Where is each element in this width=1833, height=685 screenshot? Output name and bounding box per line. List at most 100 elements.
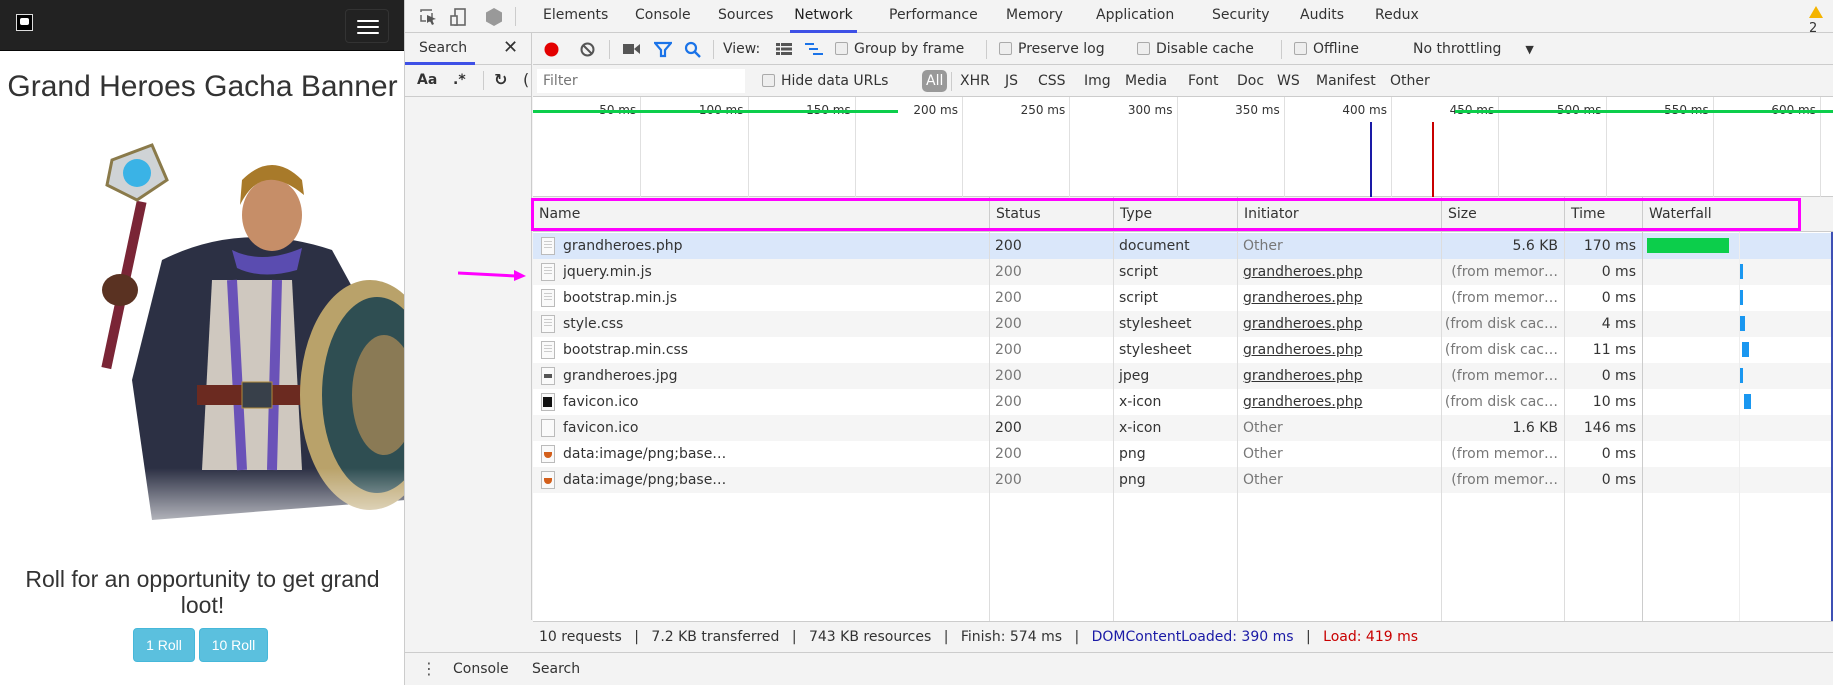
dom-content-loaded-time: DOMContentLoaded: 390 ms	[1091, 629, 1294, 645]
disable-cache-label: Disable cache	[1156, 41, 1254, 57]
filter-type-all[interactable]: All	[922, 70, 948, 92]
cell-initiator[interactable]: grandheroes.php	[1237, 337, 1441, 363]
ten-roll-button[interactable]: 10 Roll	[199, 628, 268, 662]
tab-network[interactable]: Network	[790, 0, 857, 33]
preserve-log-checkbox[interactable]: Preserve log	[999, 33, 1105, 65]
drawer-tab-console[interactable]: Console	[453, 653, 509, 685]
site-favicon-icon[interactable]	[16, 14, 33, 31]
hide-data-urls-checkbox[interactable]: Hide data URLs	[762, 65, 888, 97]
table-row[interactable]: jquery.min.js 200 script grandheroes.php (fr…	[533, 259, 1833, 285]
close-icon[interactable]: ✕	[503, 37, 518, 58]
filter-type-img[interactable]: Img	[1084, 65, 1111, 97]
tab-application[interactable]: Application	[1092, 0, 1178, 33]
cell-initiator[interactable]: grandheroes.php	[1237, 311, 1441, 337]
column-header-initiator[interactable]: Initiator	[1237, 197, 1441, 232]
table-row[interactable]: data:image/png;base… 200 png Other (from mem…	[533, 441, 1833, 467]
tab-elements[interactable]: Elements	[539, 0, 612, 33]
table-row[interactable]: grandheroes.jpg 200 jpeg grandheroes.php (fr…	[533, 363, 1833, 389]
filter-type-manifest[interactable]: Manifest	[1316, 65, 1376, 97]
clear-log-icon[interactable]	[579, 41, 596, 58]
request-count: 10 requests	[539, 629, 622, 645]
cell-initiator[interactable]: grandheroes.php	[1237, 389, 1441, 415]
drawer-tab-search[interactable]: Search	[532, 653, 580, 685]
filter-icon[interactable]	[654, 41, 672, 58]
throttling-select[interactable]: No throttling ▼	[1413, 33, 1534, 65]
refresh-icon[interactable]: ↻	[494, 70, 507, 89]
tab-redux[interactable]: Redux	[1371, 0, 1423, 33]
device-toolbar-icon[interactable]	[449, 7, 469, 27]
cell-status: 200	[995, 290, 1022, 306]
separator: |	[1074, 629, 1080, 645]
column-divider	[1441, 232, 1442, 621]
waterfall-bar	[1647, 238, 1729, 253]
separator: |	[634, 629, 639, 645]
table-row[interactable]: grandheroes.php 200 document Other 5.6 KB 170…	[533, 233, 1833, 259]
screenshot-camera-icon[interactable]	[623, 43, 641, 55]
clear-icon[interactable]: (	[523, 70, 529, 89]
tab-performance[interactable]: Performance	[885, 0, 982, 33]
filter-type-js[interactable]: JS	[1005, 65, 1018, 97]
cell-size: (from memor…	[1451, 290, 1558, 306]
table-row[interactable]: bootstrap.min.css 200 stylesheet grandheroe…	[533, 337, 1833, 363]
cell-initiator[interactable]: grandheroes.php	[1237, 259, 1441, 285]
search-tab[interactable]: Search ✕	[405, 33, 532, 65]
filter-type-ws[interactable]: WS	[1277, 65, 1300, 97]
cell-time: 0 ms	[1601, 368, 1636, 384]
table-row[interactable]: style.css 200 stylesheet grandheroes.php (fr…	[533, 311, 1833, 337]
group-by-frame-checkbox[interactable]: Group by frame	[835, 33, 964, 65]
cell-type: x-icon	[1119, 420, 1162, 436]
one-roll-button[interactable]: 1 Roll	[133, 628, 195, 662]
cell-size: (from disk cac…	[1444, 316, 1558, 332]
tab-console[interactable]: Console	[631, 0, 695, 33]
cell-status: 200	[995, 316, 1022, 332]
cell-name: grandheroes.jpg	[563, 368, 678, 384]
finish-time: Finish: 574 ms	[960, 629, 1062, 645]
table-row[interactable]: favicon.ico 200 x-icon Other 1.6 KB 146 ms	[533, 415, 1833, 441]
large-rows-icon[interactable]	[776, 43, 792, 55]
filter-type-media[interactable]: Media	[1125, 65, 1167, 97]
filter-type-font[interactable]: Font	[1188, 65, 1218, 97]
cell-size: (from disk cac…	[1444, 342, 1558, 358]
filter-type-xhr[interactable]: XHR	[960, 65, 990, 97]
search-icon[interactable]	[684, 41, 702, 59]
tab-memory[interactable]: Memory	[1002, 0, 1067, 33]
column-header-size[interactable]: Size	[1441, 197, 1564, 232]
cell-name: data:image/png;base…	[563, 472, 727, 488]
timeline-overview[interactable]: 50 ms100 ms150 ms200 ms250 ms300 ms350 m…	[533, 97, 1833, 197]
record-icon[interactable]	[543, 41, 560, 58]
cell-initiator[interactable]: grandheroes.php	[1237, 363, 1441, 389]
table-row[interactable]: bootstrap.min.js 200 script grandheroes.php…	[533, 285, 1833, 311]
divider	[609, 40, 610, 59]
filter-type-doc[interactable]: Doc	[1237, 65, 1264, 97]
tab-sources[interactable]: Sources	[714, 0, 777, 33]
disable-cache-checkbox[interactable]: Disable cache	[1137, 33, 1254, 65]
hamburger-menu-button[interactable]	[345, 9, 389, 43]
cell-status: 200	[995, 446, 1022, 462]
node-js-icon[interactable]	[484, 7, 504, 27]
regex-toggle[interactable]: .*	[453, 72, 466, 88]
match-case-toggle[interactable]: Aa	[417, 72, 437, 88]
column-header-status[interactable]: Status	[989, 197, 1113, 232]
cell-type: document	[1119, 238, 1190, 254]
column-header-row: Name Status Type Initiator Size Time Wat…	[533, 197, 1833, 232]
table-row[interactable]: data:image/png;base… 200 png Other (from mem…	[533, 467, 1833, 493]
column-header-name[interactable]: Name	[533, 197, 989, 232]
table-row[interactable]: favicon.ico 200 x-icon grandheroes.php (from…	[533, 389, 1833, 415]
cell-initiator[interactable]: grandheroes.php	[1237, 285, 1441, 311]
offline-checkbox[interactable]: Offline	[1294, 33, 1359, 65]
tab-security[interactable]: Security	[1208, 0, 1274, 33]
cell-time: 4 ms	[1601, 316, 1636, 332]
tab-audits[interactable]: Audits	[1296, 0, 1348, 33]
waterfall-overview-icon[interactable]	[805, 43, 823, 55]
filter-type-css[interactable]: CSS	[1038, 65, 1066, 97]
column-header-type[interactable]: Type	[1113, 197, 1237, 232]
warning-counter[interactable]: 2	[1809, 6, 1833, 36]
waterfall-grid-line	[1739, 232, 1740, 621]
png-file-icon	[541, 445, 555, 463]
inspect-element-icon[interactable]	[419, 7, 439, 27]
filter-input[interactable]	[537, 69, 745, 93]
filter-type-other[interactable]: Other	[1390, 65, 1430, 97]
more-options-icon[interactable]: ⋮	[421, 653, 437, 685]
column-header-waterfall[interactable]: Waterfall	[1642, 197, 1833, 232]
column-header-time[interactable]: Time	[1564, 197, 1642, 232]
